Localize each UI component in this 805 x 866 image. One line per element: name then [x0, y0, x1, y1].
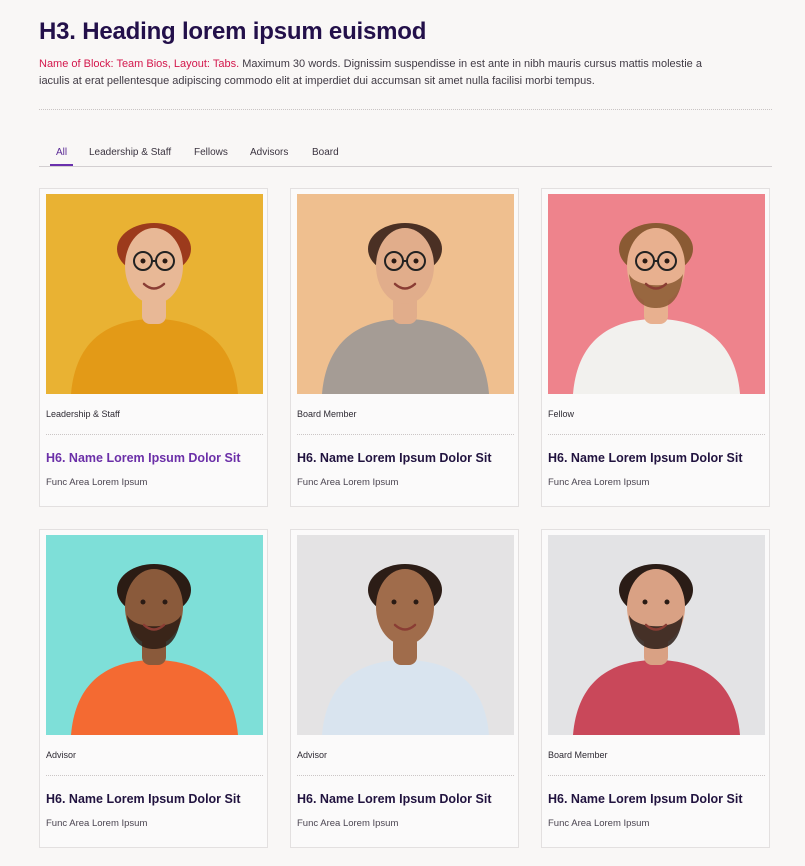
eye-shape	[140, 599, 146, 605]
team-card[interactable]: Advisor H6. Name Lorem Ipsum Dolor Sit F…	[39, 529, 268, 848]
card-divider	[46, 434, 263, 435]
card-category: Advisor	[297, 750, 328, 760]
team-bios-block: H3. Heading lorem ipsum euismod Name of …	[0, 0, 805, 866]
card-category: Fellow	[548, 409, 575, 419]
card-func-area: Func Area Lorem Ipsum	[297, 818, 399, 829]
team-card[interactable]: Fellow H6. Name Lorem Ipsum Dolor Sit Fu…	[541, 188, 770, 507]
card-category: Board Member	[297, 409, 357, 419]
page-title: H3. Heading lorem ipsum euismod	[39, 18, 427, 45]
profile-photo	[548, 194, 765, 394]
profile-photo	[46, 535, 263, 735]
card-divider	[548, 775, 765, 776]
profile-photo	[297, 194, 514, 394]
profile-photo	[297, 535, 514, 735]
section-divider	[39, 109, 772, 110]
eye-shape	[140, 258, 146, 264]
eye-shape	[391, 599, 397, 605]
eye-shape	[391, 258, 397, 264]
card-name-link[interactable]: H6. Name Lorem Ipsum Dolor Sit	[297, 451, 491, 465]
eye-shape	[413, 599, 419, 605]
team-card[interactable]: Board Member H6. Name Lorem Ipsum Dolor …	[290, 188, 519, 507]
team-card[interactable]: Advisor H6. Name Lorem Ipsum Dolor Sit F…	[290, 529, 519, 848]
card-name-link[interactable]: H6. Name Lorem Ipsum Dolor Sit	[548, 792, 742, 806]
tab-fellows[interactable]: Fellows	[194, 142, 228, 166]
card-name-link[interactable]: H6. Name Lorem Ipsum Dolor Sit	[46, 792, 240, 806]
card-divider	[548, 434, 765, 435]
card-func-area: Func Area Lorem Ipsum	[46, 477, 148, 488]
tab-leadership-staff[interactable]: Leadership & Staff	[89, 142, 171, 166]
team-card[interactable]: Board Member H6. Name Lorem Ipsum Dolor …	[541, 529, 770, 848]
card-func-area: Func Area Lorem Ipsum	[297, 477, 399, 488]
face-shape	[376, 228, 434, 304]
tab-board[interactable]: Board	[312, 142, 339, 166]
card-name-link[interactable]: H6. Name Lorem Ipsum Dolor Sit	[46, 451, 240, 465]
card-category: Board Member	[548, 750, 608, 760]
card-func-area: Func Area Lorem Ipsum	[46, 818, 148, 829]
face-shape	[376, 569, 434, 645]
card-name-link[interactable]: H6. Name Lorem Ipsum Dolor Sit	[548, 451, 742, 465]
team-card[interactable]: Leadership & Staff H6. Name Lorem Ipsum …	[39, 188, 268, 507]
tab-advisors[interactable]: Advisors	[250, 142, 288, 166]
eye-shape	[162, 258, 168, 264]
eye-shape	[413, 258, 419, 264]
profile-photo	[548, 535, 765, 735]
card-func-area: Func Area Lorem Ipsum	[548, 477, 650, 488]
intro-text: Name of Block: Team Bios, Layout: Tabs. …	[39, 56, 729, 90]
card-divider	[46, 775, 263, 776]
face-shape	[125, 228, 183, 304]
card-category: Advisor	[46, 750, 77, 760]
intro-accent: Name of Block: Team Bios, Layout: Tabs.	[39, 58, 240, 70]
eye-shape	[642, 599, 648, 605]
card-name-link[interactable]: H6. Name Lorem Ipsum Dolor Sit	[297, 792, 491, 806]
tab-bar: All Leadership & Staff Fellows Advisors …	[39, 142, 772, 167]
card-divider	[297, 434, 514, 435]
eye-shape	[664, 258, 670, 264]
eye-shape	[642, 258, 648, 264]
eye-shape	[664, 599, 670, 605]
tab-all[interactable]: All	[50, 142, 74, 166]
eye-shape	[162, 599, 168, 605]
profile-photo	[46, 194, 263, 394]
card-divider	[297, 775, 514, 776]
card-category: Leadership & Staff	[46, 409, 120, 419]
card-func-area: Func Area Lorem Ipsum	[548, 818, 650, 829]
